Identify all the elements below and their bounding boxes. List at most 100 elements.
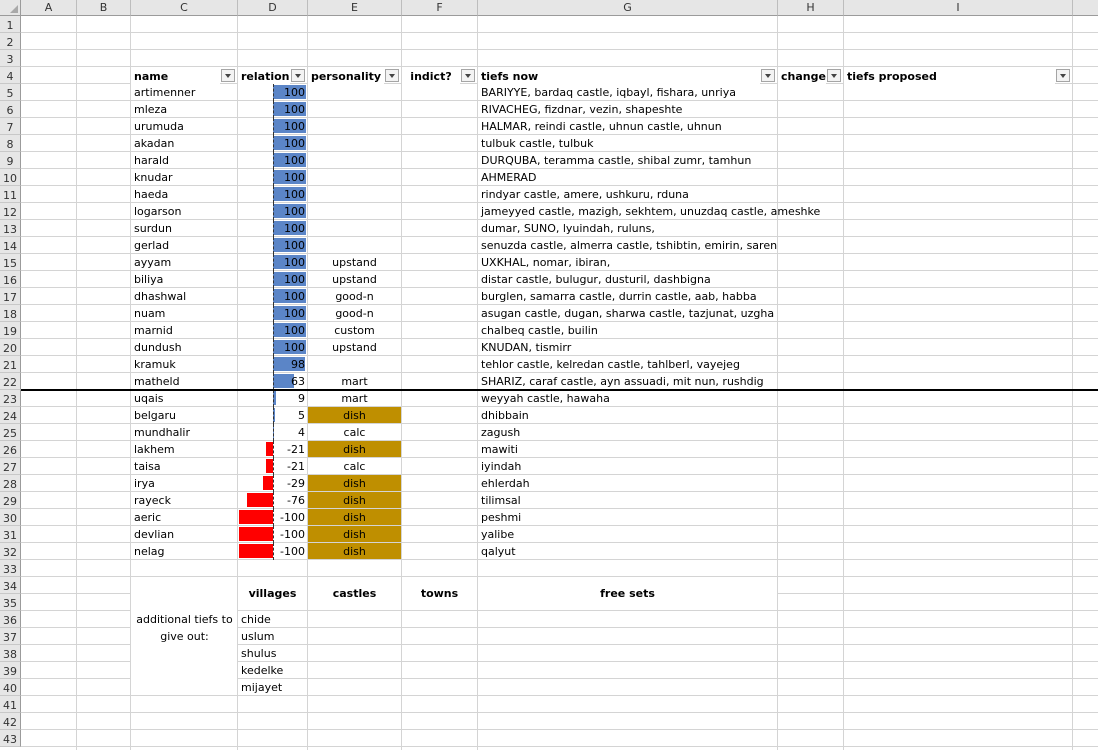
row-header[interactable]: 40 [0,679,21,696]
personality-cell[interactable]: good-n [308,288,401,304]
relation-cell[interactable]: -100 [238,509,308,526]
row-header[interactable]: 13 [0,220,21,237]
personality-cell[interactable]: dish [308,492,401,508]
name-cell[interactable]: aeric [131,509,238,526]
village-cell[interactable]: shulus [238,645,308,662]
relation-cell[interactable]: 100 [238,220,308,237]
row-header[interactable]: 17 [0,288,21,305]
column-header-d[interactable]: D [238,0,308,16]
village-cell[interactable]: uslum [238,628,308,645]
row-header[interactable]: 35 [0,594,21,611]
name-cell[interactable]: ayyam [131,254,238,271]
personality-cell[interactable] [308,186,401,202]
tiefs-now-cell[interactable]: DURQUBA, teramma castle, shibal zumr, ta… [478,152,844,169]
tiefs-now-cell[interactable]: tilimsal [478,492,844,509]
village-cell[interactable]: mijayet [238,679,308,696]
row-header[interactable]: 21 [0,356,21,373]
relation-cell[interactable]: 100 [238,169,308,186]
relation-cell[interactable]: 100 [238,339,308,356]
name-cell[interactable]: dhashwal [131,288,238,305]
personality-cell[interactable] [308,356,401,372]
village-cell[interactable]: chide [238,611,308,628]
relation-cell[interactable]: -100 [238,543,308,560]
relation-cell[interactable]: -100 [238,526,308,543]
spreadsheet-grid[interactable]: A B C D E F G H I 1 2 3 4 5 6 7 8 9 10 11 12 13 14 15 16 17 18 19 20… [0,0,1098,750]
name-cell[interactable]: marnid [131,322,238,339]
row-header[interactable]: 23 [0,390,21,407]
name-cell[interactable]: harald [131,152,238,169]
relation-cell[interactable]: -21 [238,458,308,475]
row-header[interactable]: 18 [0,305,21,322]
column-header-h[interactable]: H [778,0,844,16]
tiefs-now-cell[interactable]: RIVACHEG, fizdnar, vezin, shapeshte [478,101,844,118]
personality-cell[interactable] [308,101,401,117]
relation-cell[interactable]: 100 [238,186,308,203]
personality-cell[interactable]: dish [308,543,401,559]
relation-cell[interactable]: 5 [238,407,308,424]
personality-cell[interactable]: upstand [308,271,401,287]
name-cell[interactable]: haeda [131,186,238,203]
relation-cell[interactable]: 100 [238,101,308,118]
row-header[interactable]: 31 [0,526,21,543]
tiefs-now-cell[interactable]: tulbuk castle, tulbuk [478,135,844,152]
name-cell[interactable]: artimenner [131,84,238,101]
tiefs-now-cell[interactable]: dhibbain [478,407,844,424]
header-changes-filter-dropdown-icon[interactable] [827,69,841,82]
name-cell[interactable]: dundush [131,339,238,356]
tiefs-now-cell[interactable]: ehlerdah [478,475,844,492]
row-header[interactable]: 16 [0,271,21,288]
personality-cell[interactable]: upstand [308,254,401,270]
relation-cell[interactable]: 100 [238,254,308,271]
relation-cell[interactable]: 100 [238,135,308,152]
personality-cell[interactable]: calc [308,424,401,440]
column-header-a[interactable]: A [21,0,77,16]
row-header[interactable]: 41 [0,696,21,713]
name-cell[interactable]: nuam [131,305,238,322]
tiefs-now-cell[interactable]: yalibe [478,526,844,543]
personality-cell[interactable] [308,135,401,151]
row-header[interactable]: 1 [0,16,21,33]
row-header[interactable]: 19 [0,322,21,339]
personality-cell[interactable] [308,152,401,168]
personality-cell[interactable]: dish [308,526,401,542]
relation-cell[interactable]: 98 [238,356,308,373]
personality-cell[interactable] [308,84,401,100]
name-cell[interactable]: kramuk [131,356,238,373]
tiefs-now-cell[interactable]: tehlor castle, kelredan castle, tahlberl… [478,356,844,373]
tiefs-now-cell[interactable]: zagush [478,424,844,441]
column-header-i[interactable]: I [844,0,1073,16]
row-header[interactable]: 39 [0,662,21,679]
tiefs-now-cell[interactable]: mawiti [478,441,844,458]
row-header[interactable]: 36 [0,611,21,628]
row-header[interactable]: 43 [0,730,21,747]
tiefs-now-cell[interactable]: chalbeq castle, builin [478,322,844,339]
row-header[interactable]: 22 [0,373,21,390]
relation-cell[interactable]: -21 [238,441,308,458]
header-name-filter-dropdown-icon[interactable] [221,69,235,82]
row-header[interactable]: 37 [0,628,21,645]
name-cell[interactable]: devlian [131,526,238,543]
tiefs-now-cell[interactable]: KNUDAN, tismirr [478,339,844,356]
header-tiefs-proposed-filter-dropdown-icon[interactable] [1056,69,1070,82]
relation-cell[interactable]: 100 [238,203,308,220]
name-cell[interactable]: knudar [131,169,238,186]
personality-cell[interactable]: mart [308,373,401,389]
name-cell[interactable]: belgaru [131,407,238,424]
row-header[interactable]: 3 [0,50,21,67]
tiefs-now-cell[interactable]: UXKHAL, nomar, ibiran, [478,254,844,271]
row-header[interactable]: 14 [0,237,21,254]
row-header[interactable]: 29 [0,492,21,509]
name-cell[interactable]: biliya [131,271,238,288]
column-header-c[interactable]: C [131,0,238,16]
tiefs-now-cell[interactable]: SHARIZ, caraf castle, ayn assuadi, mit n… [478,373,844,390]
tiefs-now-cell[interactable]: burglen, samarra castle, durrin castle, … [478,288,844,305]
relation-cell[interactable]: 100 [238,118,308,135]
row-header[interactable]: 27 [0,458,21,475]
relation-cell[interactable]: 63 [238,373,308,390]
personality-cell[interactable]: dish [308,441,401,457]
personality-cell[interactable]: dish [308,407,401,423]
row-header[interactable]: 33 [0,560,21,577]
row-header[interactable]: 24 [0,407,21,424]
column-header-b[interactable]: B [77,0,131,16]
tiefs-now-cell[interactable]: asugan castle, dugan, sharwa castle, taz… [478,305,844,322]
